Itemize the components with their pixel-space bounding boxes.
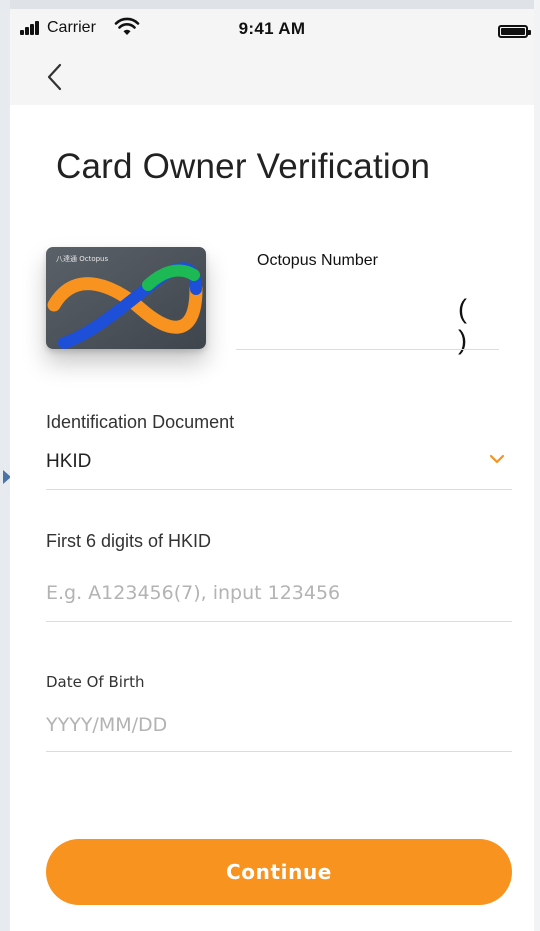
card-brand-text: 八達通 Octopus	[56, 254, 108, 263]
chevron-down-icon[interactable]	[488, 452, 506, 466]
status-time: 9:41 AM	[238, 19, 306, 38]
id-document-label: Identification Document	[46, 412, 235, 432]
window-frame-right	[534, 0, 540, 931]
dob-label: Date Of Birth	[46, 673, 145, 691]
octopus-card-image: 八達通 Octopus	[46, 247, 206, 349]
id-document-underline	[46, 489, 512, 490]
chevron-left-icon	[47, 63, 62, 91]
hkid-label: First 6 digits of HKID	[46, 531, 212, 551]
continue-button[interactable]: Continue	[46, 839, 512, 905]
hkid-underline	[46, 621, 512, 622]
page-title: Card Owner Verification	[56, 147, 431, 186]
status-bar: Carrier 9:41 AM	[10, 9, 534, 49]
battery-icon	[498, 25, 531, 38]
window-frame-left	[0, 0, 10, 931]
octopus-number-field[interactable]: ( )	[458, 294, 534, 356]
phone-screen: Carrier 9:41 AM Card Owner Verification	[10, 9, 534, 931]
octopus-number-label: Octopus Number	[257, 252, 378, 269]
octopus-number-underline	[236, 349, 499, 350]
dob-input[interactable]	[46, 709, 512, 741]
id-document-select[interactable]: HKID	[46, 451, 91, 473]
app-header: Carrier 9:41 AM	[10, 9, 534, 105]
hkid-input[interactable]	[46, 577, 512, 609]
dob-underline	[46, 751, 512, 752]
back-button[interactable]	[38, 59, 78, 95]
window-frame-top	[0, 0, 540, 9]
